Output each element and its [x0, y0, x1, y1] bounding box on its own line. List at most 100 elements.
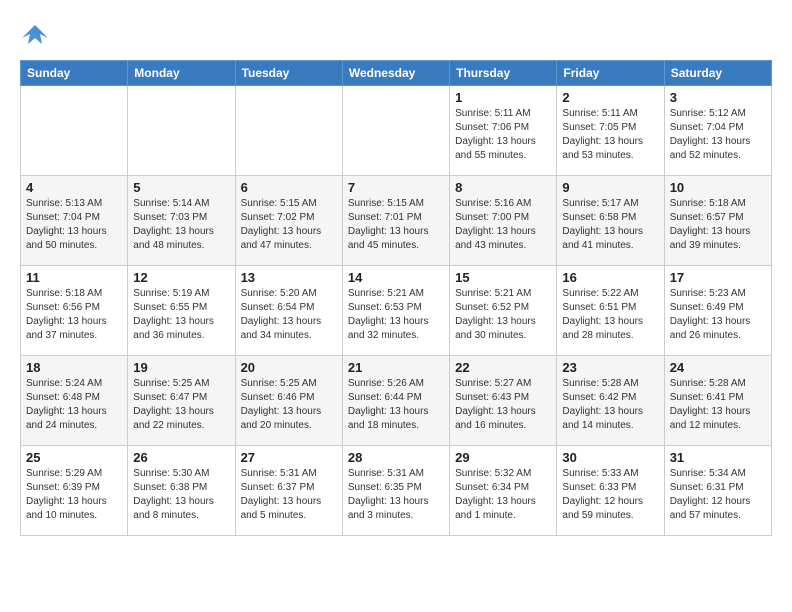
logo — [20, 20, 54, 50]
calendar-table: SundayMondayTuesdayWednesdayThursdayFrid… — [20, 60, 772, 536]
calendar-cell: 13 Sunrise: 5:20 AMSunset: 6:54 PMDayligh… — [235, 266, 342, 356]
day-info: Sunrise: 5:28 AMSunset: 6:41 PMDaylight:… — [670, 377, 766, 433]
day-info: Sunrise: 5:23 AMSunset: 6:49 PMDaylight:… — [670, 287, 766, 343]
day-info: Sunrise: 5:24 AMSunset: 6:48 PMDaylight:… — [26, 377, 122, 433]
calendar-cell: 22 Sunrise: 5:27 AMSunset: 6:43 PMDayligh… — [450, 356, 557, 446]
day-number: 2 — [562, 90, 658, 105]
day-header-friday: Friday — [557, 61, 664, 86]
calendar-cell: 31 Sunrise: 5:34 AMSunset: 6:31 PMDayligh… — [664, 446, 771, 536]
calendar-cell: 29 Sunrise: 5:32 AMSunset: 6:34 PMDayligh… — [450, 446, 557, 536]
day-header-saturday: Saturday — [664, 61, 771, 86]
day-number: 21 — [348, 360, 444, 375]
calendar-cell — [21, 86, 128, 176]
day-number: 31 — [670, 450, 766, 465]
day-number: 9 — [562, 180, 658, 195]
day-info: Sunrise: 5:21 AMSunset: 6:53 PMDaylight:… — [348, 287, 444, 343]
day-number: 11 — [26, 270, 122, 285]
day-info: Sunrise: 5:26 AMSunset: 6:44 PMDaylight:… — [348, 377, 444, 433]
day-info: Sunrise: 5:18 AMSunset: 6:56 PMDaylight:… — [26, 287, 122, 343]
day-info: Sunrise: 5:30 AMSunset: 6:38 PMDaylight:… — [133, 467, 229, 523]
day-info: Sunrise: 5:11 AMSunset: 7:05 PMDaylight:… — [562, 107, 658, 163]
day-info: Sunrise: 5:12 AMSunset: 7:04 PMDaylight:… — [670, 107, 766, 163]
day-info: Sunrise: 5:16 AMSunset: 7:00 PMDaylight:… — [455, 197, 551, 253]
calendar-cell: 14 Sunrise: 5:21 AMSunset: 6:53 PMDayligh… — [342, 266, 449, 356]
calendar-cell: 7 Sunrise: 5:15 AMSunset: 7:01 PMDaylight… — [342, 176, 449, 266]
day-number: 20 — [241, 360, 337, 375]
calendar-cell: 16 Sunrise: 5:22 AMSunset: 6:51 PMDayligh… — [557, 266, 664, 356]
calendar-cell: 19 Sunrise: 5:25 AMSunset: 6:47 PMDayligh… — [128, 356, 235, 446]
day-number: 7 — [348, 180, 444, 195]
calendar-cell — [235, 86, 342, 176]
calendar-cell: 2 Sunrise: 5:11 AMSunset: 7:05 PMDaylight… — [557, 86, 664, 176]
calendar-cell: 12Sunrise: 5:19 AMSunset: 6:55 PMDayligh… — [128, 266, 235, 356]
day-info: Sunrise: 5:32 AMSunset: 6:34 PMDaylight:… — [455, 467, 551, 523]
day-header-thursday: Thursday — [450, 61, 557, 86]
calendar-week-row: 18 Sunrise: 5:24 AMSunset: 6:48 PMDayligh… — [21, 356, 772, 446]
day-number: 23 — [562, 360, 658, 375]
day-info: Sunrise: 5:31 AMSunset: 6:35 PMDaylight:… — [348, 467, 444, 523]
day-info: Sunrise: 5:18 AMSunset: 6:57 PMDaylight:… — [670, 197, 766, 253]
day-info: Sunrise: 5:28 AMSunset: 6:42 PMDaylight:… — [562, 377, 658, 433]
day-number: 13 — [241, 270, 337, 285]
calendar-cell: 27 Sunrise: 5:31 AMSunset: 6:37 PMDayligh… — [235, 446, 342, 536]
day-number: 27 — [241, 450, 337, 465]
calendar-week-row: 1Sunrise: 5:11 AMSunset: 7:06 PMDaylight… — [21, 86, 772, 176]
calendar-cell: 28 Sunrise: 5:31 AMSunset: 6:35 PMDayligh… — [342, 446, 449, 536]
day-number: 8 — [455, 180, 551, 195]
day-number: 22 — [455, 360, 551, 375]
day-number: 12 — [133, 270, 229, 285]
day-info: Sunrise: 5:14 AMSunset: 7:03 PMDaylight:… — [133, 197, 229, 253]
day-info: Sunrise: 5:20 AMSunset: 6:54 PMDaylight:… — [241, 287, 337, 343]
day-info: Sunrise: 5:25 AMSunset: 6:46 PMDaylight:… — [241, 377, 337, 433]
day-info: Sunrise: 5:29 AMSunset: 6:39 PMDaylight:… — [26, 467, 122, 523]
day-header-wednesday: Wednesday — [342, 61, 449, 86]
day-info: Sunrise: 5:25 AMSunset: 6:47 PMDaylight:… — [133, 377, 229, 433]
day-info: Sunrise: 5:15 AMSunset: 7:01 PMDaylight:… — [348, 197, 444, 253]
calendar-cell: 6Sunrise: 5:15 AMSunset: 7:02 PMDaylight… — [235, 176, 342, 266]
day-header-tuesday: Tuesday — [235, 61, 342, 86]
day-info: Sunrise: 5:31 AMSunset: 6:37 PMDaylight:… — [241, 467, 337, 523]
day-info: Sunrise: 5:22 AMSunset: 6:51 PMDaylight:… — [562, 287, 658, 343]
calendar-cell: 10 Sunrise: 5:18 AMSunset: 6:57 PMDayligh… — [664, 176, 771, 266]
day-number: 30 — [562, 450, 658, 465]
day-number: 14 — [348, 270, 444, 285]
calendar-week-row: 4 Sunrise: 5:13 AMSunset: 7:04 PMDaylight… — [21, 176, 772, 266]
calendar-cell — [342, 86, 449, 176]
day-info: Sunrise: 5:13 AMSunset: 7:04 PMDaylight:… — [26, 197, 122, 253]
day-number: 29 — [455, 450, 551, 465]
calendar-header-row: SundayMondayTuesdayWednesdayThursdayFrid… — [21, 61, 772, 86]
calendar-cell: 21 Sunrise: 5:26 AMSunset: 6:44 PMDayligh… — [342, 356, 449, 446]
day-number: 10 — [670, 180, 766, 195]
page-header — [20, 20, 772, 50]
logo-icon — [20, 20, 50, 50]
calendar-cell: 20 Sunrise: 5:25 AMSunset: 6:46 PMDayligh… — [235, 356, 342, 446]
day-info: Sunrise: 5:17 AMSunset: 6:58 PMDaylight:… — [562, 197, 658, 253]
calendar-cell: 18 Sunrise: 5:24 AMSunset: 6:48 PMDayligh… — [21, 356, 128, 446]
day-header-sunday: Sunday — [21, 61, 128, 86]
calendar-cell: 26Sunrise: 5:30 AMSunset: 6:38 PMDayligh… — [128, 446, 235, 536]
day-number: 1 — [455, 90, 551, 105]
calendar-cell: 9 Sunrise: 5:17 AMSunset: 6:58 PMDaylight… — [557, 176, 664, 266]
calendar-cell: 1Sunrise: 5:11 AMSunset: 7:06 PMDaylight… — [450, 86, 557, 176]
calendar-cell: 5 Sunrise: 5:14 AMSunset: 7:03 PMDaylight… — [128, 176, 235, 266]
day-number: 16 — [562, 270, 658, 285]
day-header-monday: Monday — [128, 61, 235, 86]
calendar-cell: 23 Sunrise: 5:28 AMSunset: 6:42 PMDayligh… — [557, 356, 664, 446]
calendar-cell: 15Sunrise: 5:21 AMSunset: 6:52 PMDayligh… — [450, 266, 557, 356]
calendar-cell: 11 Sunrise: 5:18 AMSunset: 6:56 PMDayligh… — [21, 266, 128, 356]
day-info: Sunrise: 5:34 AMSunset: 6:31 PMDaylight:… — [670, 467, 766, 523]
calendar-cell: 3Sunrise: 5:12 AMSunset: 7:04 PMDaylight… — [664, 86, 771, 176]
day-number: 4 — [26, 180, 122, 195]
day-info: Sunrise: 5:27 AMSunset: 6:43 PMDaylight:… — [455, 377, 551, 433]
day-number: 19 — [133, 360, 229, 375]
day-number: 18 — [26, 360, 122, 375]
day-info: Sunrise: 5:33 AMSunset: 6:33 PMDaylight:… — [562, 467, 658, 523]
day-number: 5 — [133, 180, 229, 195]
calendar-cell: 8 Sunrise: 5:16 AMSunset: 7:00 PMDaylight… — [450, 176, 557, 266]
day-number: 25 — [26, 450, 122, 465]
calendar-cell — [128, 86, 235, 176]
calendar-cell: 24Sunrise: 5:28 AMSunset: 6:41 PMDayligh… — [664, 356, 771, 446]
day-number: 6 — [241, 180, 337, 195]
day-number: 28 — [348, 450, 444, 465]
day-info: Sunrise: 5:21 AMSunset: 6:52 PMDaylight:… — [455, 287, 551, 343]
